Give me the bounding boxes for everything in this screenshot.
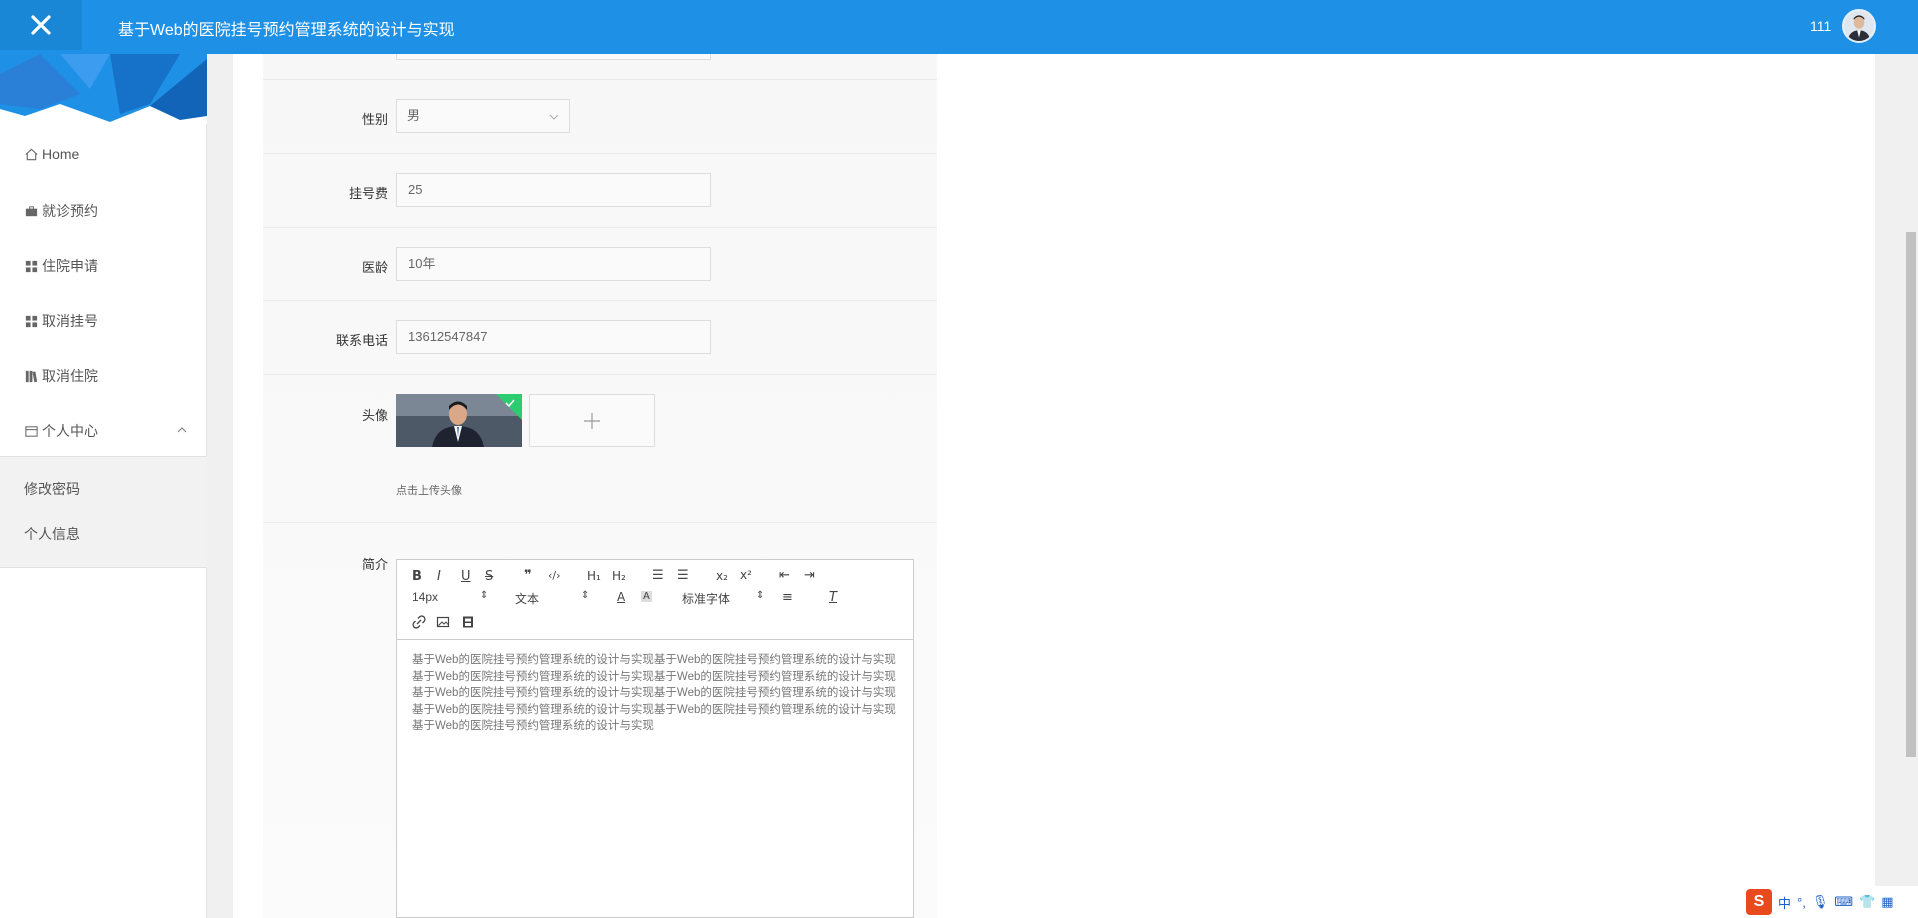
row-divider <box>263 374 937 375</box>
sidebar-item-hospitalization[interactable]: 住院申请 <box>24 256 98 276</box>
rich-text-editor: B I U S ❞ ‹/› H₁ H₂ ☰ ☰ x₂ x² ⇤ ⇥ 14px ⇕… <box>396 559 914 918</box>
sidebar-decoration <box>0 54 207 124</box>
intro-label: 简介 <box>361 557 388 572</box>
avatar-thumbnail[interactable] <box>396 394 522 447</box>
close-button[interactable] <box>0 0 82 50</box>
chevron-up-icon[interactable] <box>176 424 188 436</box>
avatar-photo <box>396 394 522 447</box>
user-avatar[interactable] <box>1842 9 1876 43</box>
font-family-select[interactable]: 标准字体 ⇕ <box>682 590 764 607</box>
fee-input[interactable]: 25 <box>396 173 711 207</box>
phone-label: 联系电话 <box>335 333 388 348</box>
sidebar-item-cancel-hospitalization[interactable]: 取消住院 <box>24 366 98 386</box>
gender-label: 性别 <box>361 112 388 127</box>
upload-avatar-button[interactable] <box>529 394 655 447</box>
sidebar-item-label: 取消住院 <box>42 368 98 384</box>
outdent-button[interactable]: ⇤ <box>779 568 790 583</box>
select-arrows-icon: ⇕ <box>480 590 489 601</box>
select-arrows-icon: ⇕ <box>581 590 590 601</box>
grid-icon <box>25 260 38 272</box>
user-name[interactable]: 111 <box>1810 18 1831 34</box>
subscript-button[interactable]: x₂ <box>716 569 728 583</box>
app-title: 基于Web的医院挂号预约管理系统的设计与实现 <box>118 22 455 39</box>
home-icon <box>25 148 38 160</box>
align-button[interactable]: ≡ <box>782 590 793 605</box>
bullet-list-button[interactable]: ☰ <box>677 568 689 583</box>
italic-button[interactable]: I <box>437 569 441 584</box>
library-icon <box>25 370 38 382</box>
chevron-down-icon <box>549 114 559 120</box>
link-icon[interactable] <box>412 615 426 629</box>
indent-button[interactable]: ⇥ <box>804 568 815 583</box>
plus-icon <box>584 412 600 429</box>
sidebar-item-cancel-registration[interactable]: 取消挂号 <box>24 311 98 331</box>
sidebar-item-label: 取消挂号 <box>42 313 98 329</box>
row-divider <box>263 300 937 301</box>
sidebar-submenu: 修改密码 个人信息 <box>0 456 207 568</box>
sidebar-item-appointment[interactable]: 就诊预约 <box>24 201 98 221</box>
text-format-select[interactable]: 文本 ⇕ <box>515 590 589 607</box>
ime-toolbar: S 中 °, 🎙 ⌨ 👕 ▦ <box>1742 886 1918 918</box>
fee-label: 挂号费 <box>348 186 388 201</box>
sidebar-item-home[interactable]: Home <box>24 146 79 162</box>
editor-toolbar: B I U S ❞ ‹/› H₁ H₂ ☰ ☰ x₂ x² ⇤ ⇥ 14px ⇕… <box>397 560 913 640</box>
keyboard-icon[interactable]: ⌨ <box>1834 894 1853 910</box>
editor-content[interactable]: 基于Web的医院挂号预约管理系统的设计与实现基于Web的医院挂号预约管理系统的设… <box>412 652 902 735</box>
sidebar: Home 就诊预约 住院申请 取消挂号 取消住院 个人中心 修改密码 个人信息 <box>0 54 207 918</box>
row-divider <box>263 522 937 523</box>
font-color-button[interactable]: A <box>617 590 625 604</box>
video-icon[interactable] <box>461 615 475 629</box>
font-size-select[interactable]: 14px ⇕ <box>412 590 488 604</box>
close-icon <box>31 15 51 35</box>
superscript-button[interactable]: x² <box>740 568 752 582</box>
submenu-item-personal-info[interactable]: 个人信息 <box>24 524 80 544</box>
experience-label: 医龄 <box>361 260 388 275</box>
ordered-list-button[interactable]: ☰ <box>652 568 664 583</box>
row-divider <box>263 79 937 80</box>
row-divider <box>263 153 937 154</box>
background-color-button[interactable]: A <box>641 591 652 602</box>
phone-input[interactable]: 13612547847 <box>396 320 711 354</box>
submenu-item-change-password[interactable]: 修改密码 <box>24 479 80 499</box>
sidebar-item-label: 就诊预约 <box>42 203 98 219</box>
upload-hint: 点击上传头像 <box>396 485 462 497</box>
image-icon[interactable] <box>436 615 450 629</box>
gender-value: 男 <box>407 108 421 123</box>
underline-button[interactable]: U <box>461 569 471 584</box>
select-arrows-icon: ⇕ <box>756 590 765 601</box>
text-format-value: 文本 <box>515 592 540 606</box>
ime-menu-icon[interactable]: ▦ <box>1881 894 1893 910</box>
ime-language-toggle[interactable]: 中 <box>1778 893 1791 912</box>
code-button[interactable]: ‹/› <box>548 569 561 582</box>
blockquote-button[interactable]: ❞ <box>524 568 532 583</box>
h2-button[interactable]: H₂ <box>612 569 626 583</box>
gender-select[interactable]: 男 <box>396 99 570 133</box>
avatar-label: 头像 <box>361 408 388 423</box>
sidebar-item-personal-center[interactable]: 个人中心 <box>24 421 98 441</box>
clear-format-button[interactable]: T <box>829 590 837 605</box>
row-divider <box>263 227 937 228</box>
bold-button[interactable]: B <box>412 569 422 584</box>
ime-logo-icon[interactable]: S <box>1746 889 1772 915</box>
briefcase-icon <box>25 205 38 216</box>
experience-input[interactable]: 10年 <box>396 247 711 281</box>
top-bar: 基于Web的医院挂号预约管理系统的设计与实现 111 <box>0 0 1918 54</box>
strike-button[interactable]: S <box>485 569 493 584</box>
skin-icon[interactable]: 👕 <box>1859 894 1875 910</box>
card-icon <box>25 425 38 437</box>
sidebar-item-label: Home <box>42 146 80 162</box>
sidebar-item-label: 个人中心 <box>42 423 98 439</box>
partial-input[interactable] <box>396 54 711 60</box>
font-family-value: 标准字体 <box>682 592 731 606</box>
sidebar-item-label: 住院申请 <box>42 258 98 274</box>
ime-punctuation-toggle[interactable]: °, <box>1797 895 1806 910</box>
font-size-value: 14px <box>412 590 439 604</box>
grid-icon <box>25 315 38 327</box>
h1-button[interactable]: H₁ <box>587 569 601 583</box>
microphone-icon[interactable]: 🎙 <box>1812 894 1829 910</box>
page-scrollbar-thumb[interactable] <box>1906 232 1916 757</box>
